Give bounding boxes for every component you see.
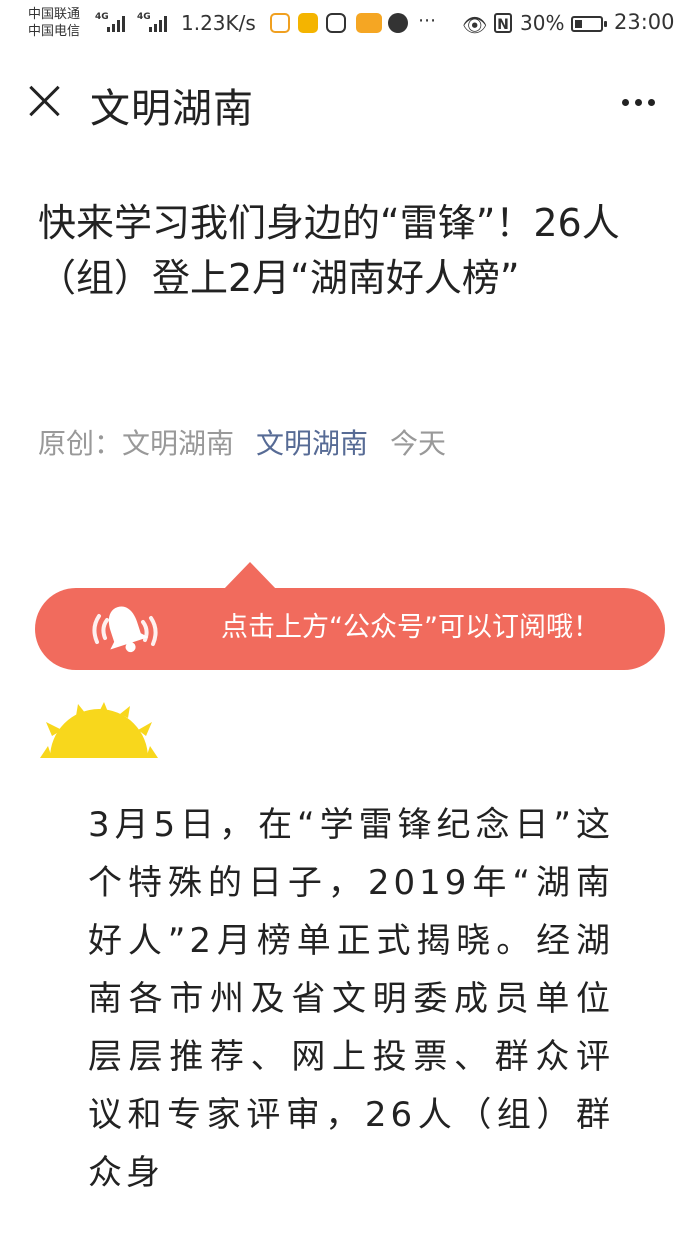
navigation-bar: 文明湖南 bbox=[0, 48, 700, 158]
nfc-icon: N bbox=[494, 13, 512, 33]
carrier-names: 中国联通 中国电信 bbox=[28, 6, 80, 40]
clock: 23:00 bbox=[614, 10, 675, 34]
battery-percent: 30% bbox=[520, 11, 565, 35]
notification-app-icon bbox=[270, 13, 290, 33]
chat-bubble-icon bbox=[388, 13, 408, 33]
more-options-icon[interactable] bbox=[616, 82, 660, 122]
nav-title: 文明湖南 bbox=[90, 86, 254, 132]
ego-app-icon bbox=[356, 13, 382, 33]
meta-date: 今天 bbox=[390, 427, 447, 460]
meta-original-author: 原创：文明湖南 bbox=[38, 427, 235, 460]
sun-icon bbox=[40, 702, 158, 758]
meta-account-link[interactable]: 文明湖南 bbox=[256, 427, 368, 460]
article-body: 3月5日，在“学雷锋纪念日”这个特殊的日子，2019年“湖南好人”2月榜单正式揭… bbox=[88, 805, 614, 1193]
status-bar: 中国联通 中国电信 4G 4G 1.23K/s ⋯ 👁 N 30% 23:00 bbox=[0, 0, 700, 48]
bell-icon bbox=[92, 606, 158, 653]
carrier-1: 中国联通 bbox=[28, 7, 81, 22]
close-icon[interactable] bbox=[28, 84, 62, 118]
article-title: 快来学习我们身边的“雷锋”！26人（组）登上2月“湖南好人榜” bbox=[38, 201, 620, 300]
network-speed: 1.23K/s bbox=[181, 11, 256, 35]
battery-icon bbox=[571, 16, 607, 32]
banner-arrow bbox=[223, 562, 277, 590]
article-meta: 原创：文明湖南 文明湖南 今天 bbox=[38, 422, 446, 462]
mail-icon bbox=[298, 13, 318, 33]
carrier-2: 中国电信 bbox=[28, 24, 81, 39]
banner-text: 点击上方“公众号”可以订阅哦！ bbox=[221, 612, 600, 643]
app-notification-icon bbox=[326, 13, 346, 33]
more-notifications-icon: ⋯ bbox=[418, 10, 436, 31]
eye-comfort-icon: 👁 bbox=[462, 13, 488, 37]
subscribe-banner[interactable]: 点击上方“公众号”可以订阅哦！ bbox=[35, 588, 665, 670]
